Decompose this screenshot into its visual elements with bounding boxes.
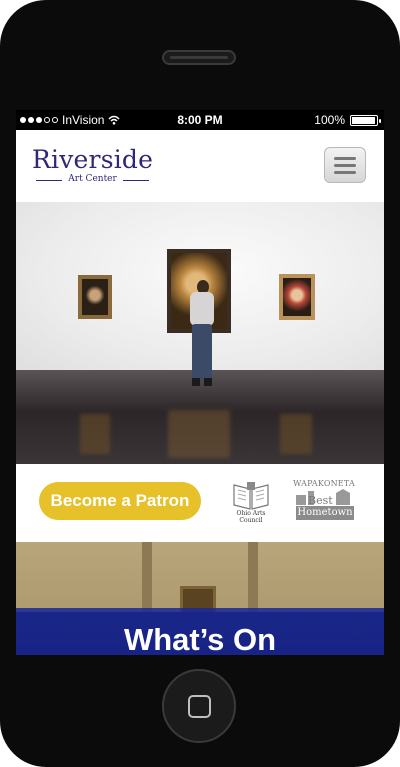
painting-right xyxy=(279,274,315,320)
museum-pillar xyxy=(142,542,152,612)
open-book-icon xyxy=(233,482,269,510)
home-button[interactable] xyxy=(162,669,236,743)
visitor-figure xyxy=(188,280,216,390)
logo-title: Riverside xyxy=(32,145,154,174)
wapakoneta-best-hometown-logo[interactable]: WAPAKONETA Best Hometown xyxy=(292,479,356,525)
hero-gallery-image xyxy=(16,202,384,464)
menu-line-icon xyxy=(334,171,356,174)
menu-line-icon xyxy=(334,157,356,160)
whats-on-banner[interactable]: What’s On xyxy=(16,608,384,655)
wapa-top-label: WAPAKONETA xyxy=(293,479,355,488)
whats-on-title: What’s On xyxy=(123,622,277,655)
status-bar: InVision 8:00 PM 100% xyxy=(16,110,384,130)
hamburger-menu-button[interactable] xyxy=(324,147,366,183)
site-header: Riverside Art Center xyxy=(16,130,384,202)
logo-subtitle: Art Center xyxy=(32,174,153,184)
phone-frame: InVision 8:00 PM 100% Riverside Art Cent… xyxy=(0,0,400,767)
become-patron-button[interactable]: Become a Patron xyxy=(39,482,201,520)
menu-line-icon xyxy=(334,164,356,167)
patron-strip: Become a Patron Ohio Arts Council WAPAKO… xyxy=(16,464,384,542)
speaker-grille xyxy=(162,50,236,65)
floor-reflection xyxy=(80,414,110,454)
whats-on-section: What’s On xyxy=(16,542,384,655)
ohio-arts-council-logo[interactable]: Ohio Arts Council xyxy=(226,479,276,524)
battery-percent: 100% xyxy=(314,113,345,127)
floor-reflection xyxy=(168,410,230,458)
painting-left xyxy=(78,275,112,319)
phone-screen: InVision 8:00 PM 100% Riverside Art Cent… xyxy=(16,110,384,655)
floor-reflection xyxy=(280,414,312,454)
riverside-logo[interactable]: Riverside Art Center xyxy=(32,145,154,185)
museum-pillar xyxy=(248,542,258,612)
home-square-icon xyxy=(188,695,211,718)
status-right: 100% xyxy=(314,113,381,127)
wapa-hometown-label: Hometown xyxy=(296,506,354,520)
battery-icon xyxy=(350,114,381,126)
oac-label: Ohio Arts Council xyxy=(236,510,266,524)
